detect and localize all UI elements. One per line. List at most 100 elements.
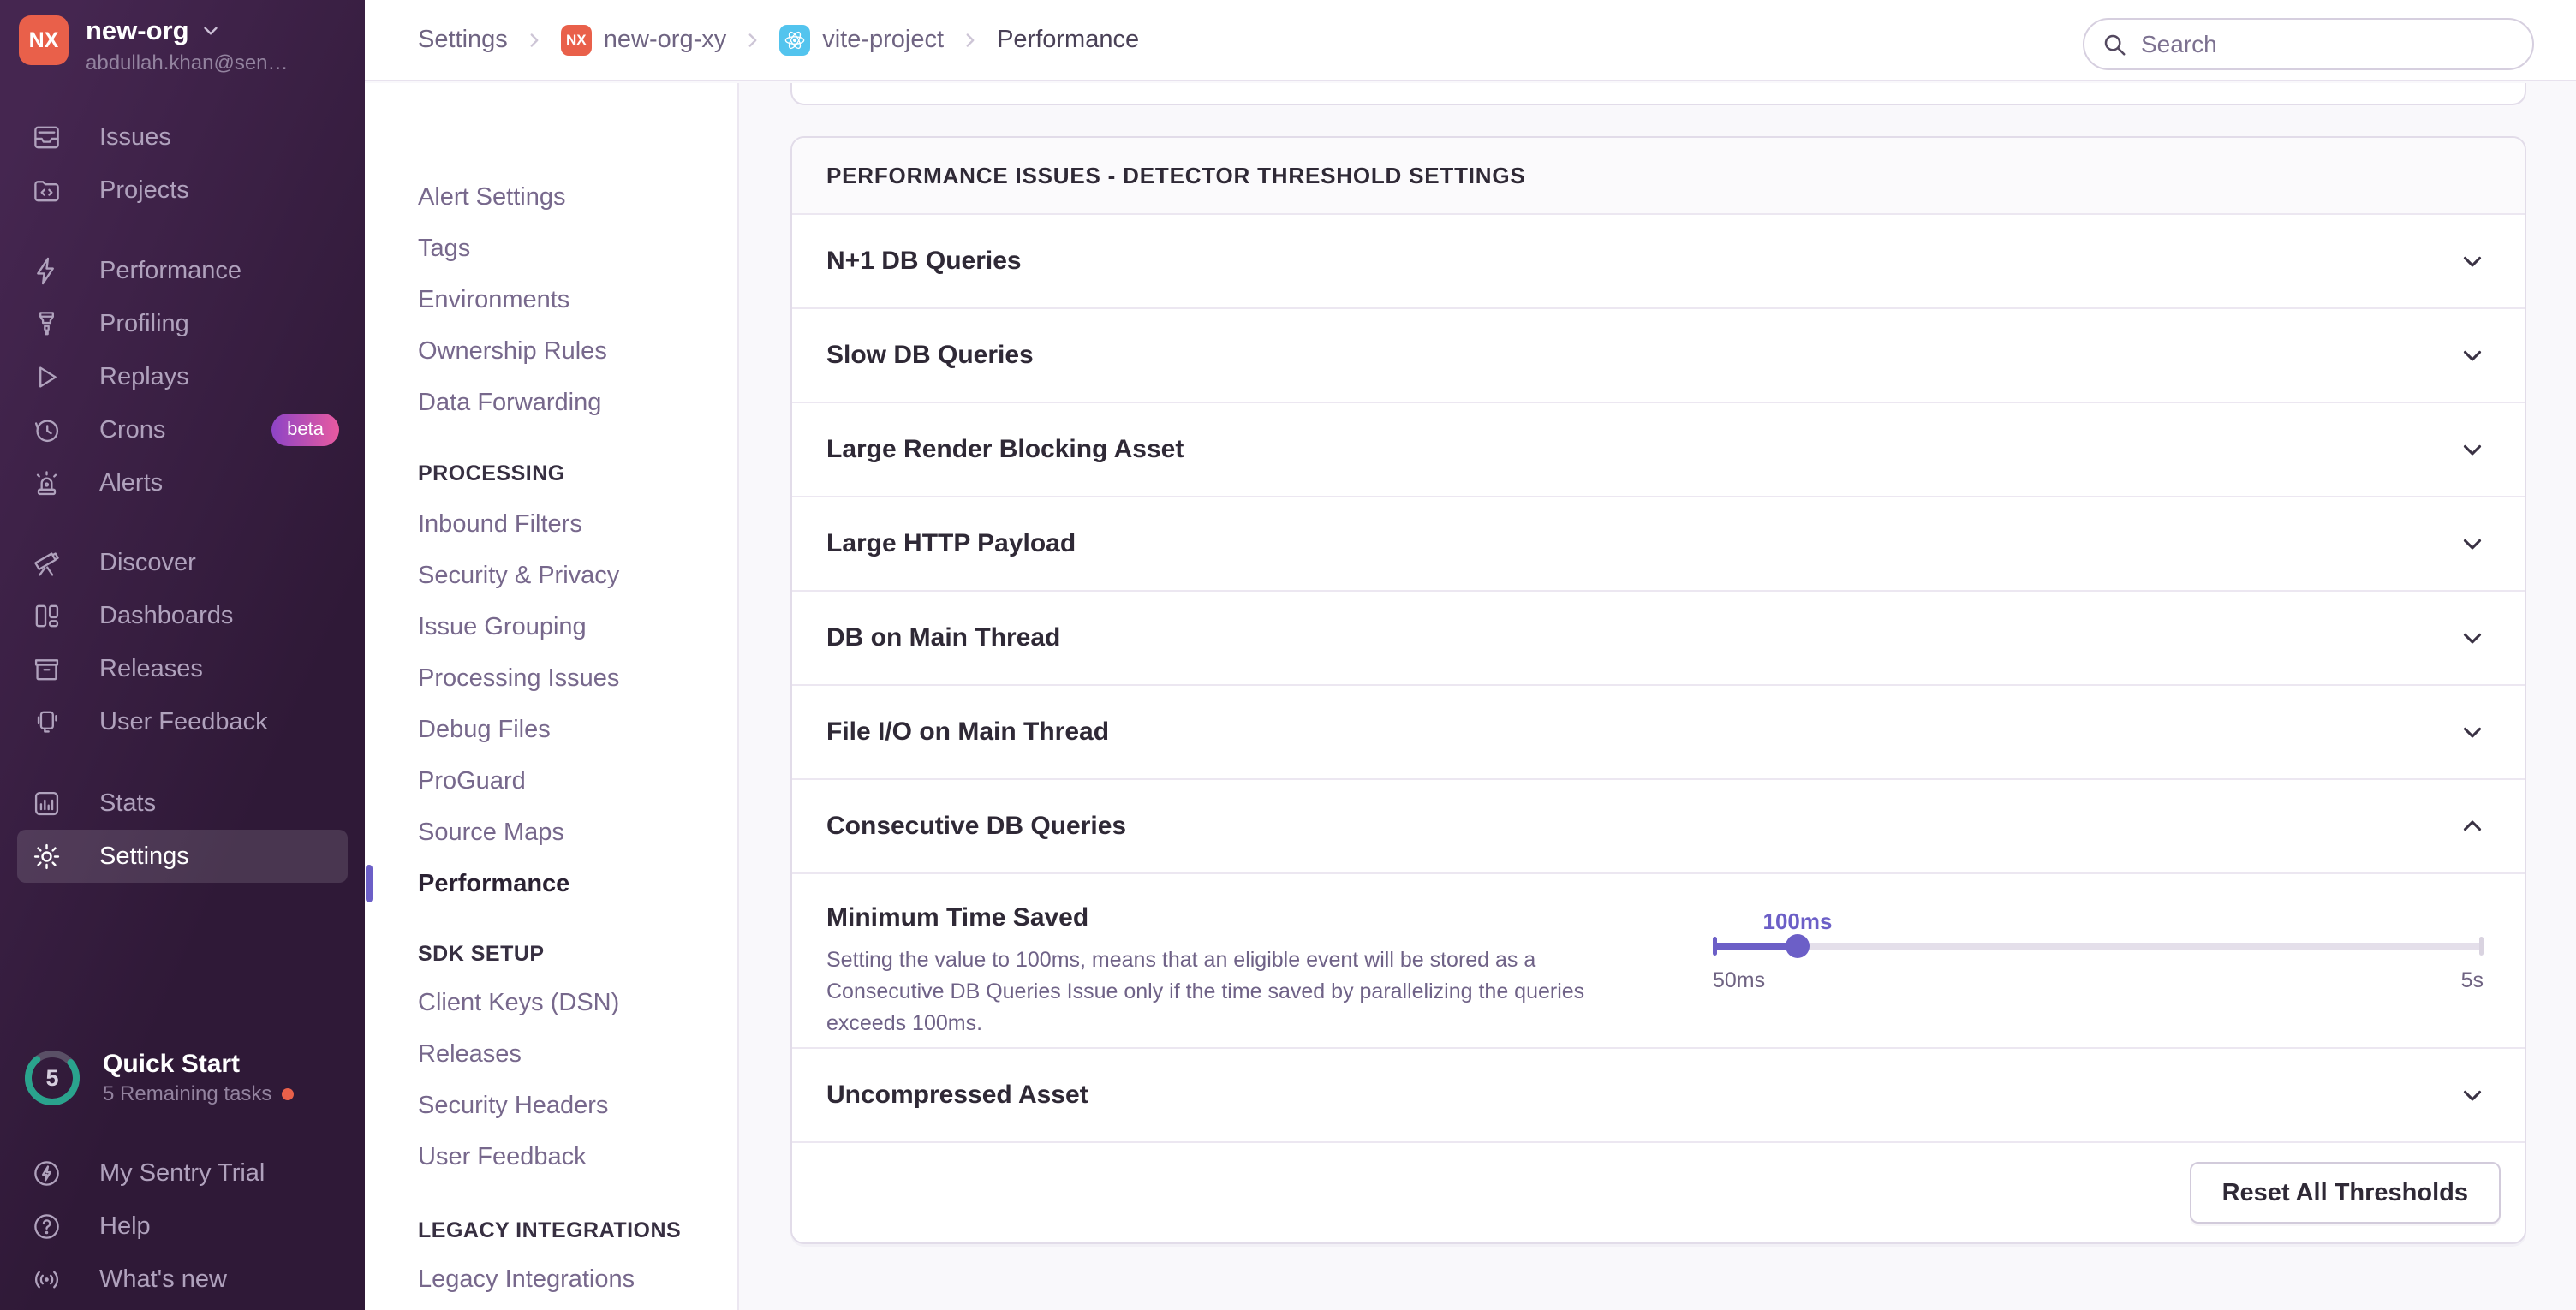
slider-max-label: 5s	[2461, 968, 2484, 993]
notification-dot	[282, 1088, 294, 1100]
sidebar-item-stats[interactable]: Stats	[0, 777, 365, 830]
settings-icon	[32, 842, 62, 872]
sidebar-item-label: Crons	[99, 416, 165, 444]
settings-nav-user-feedback[interactable]: User Feedback	[365, 1131, 737, 1182]
settings-nav-legacy-integrations[interactable]: Legacy Integrations	[365, 1253, 737, 1305]
settings-nav-ownership-rules[interactable]: Ownership Rules	[365, 325, 737, 377]
settings-nav-source-maps[interactable]: Source Maps	[365, 807, 737, 858]
sidebar-item-alerts[interactable]: Alerts	[0, 456, 365, 509]
dashboards-icon	[32, 601, 62, 631]
sidebar-item-label: Alerts	[99, 469, 163, 497]
app: NX new-org abdullah.khan@sen… Issues Pro…	[0, 0, 2576, 1310]
org-avatar-initials: NX	[29, 28, 59, 53]
whats-new-broadcast-icon	[32, 1265, 62, 1295]
breadcrumb-settings[interactable]: Settings	[418, 26, 508, 54]
settings-nav-security-headers[interactable]: Security Headers	[365, 1080, 737, 1131]
sidebar-item-label: User Feedback	[99, 708, 268, 736]
chevron-down-icon	[2458, 1081, 2487, 1110]
quick-start[interactable]: 5 Quick Start 5 Remaining tasks	[0, 1046, 365, 1110]
user-feedback-icon	[32, 707, 62, 737]
detector-threshold-panel: PERFORMANCE ISSUES - DETECTOR THRESHOLD …	[790, 136, 2526, 1244]
sidebar-item-projects[interactable]: Projects	[0, 164, 365, 217]
panel-footer: Reset All Thresholds	[792, 1143, 2525, 1242]
settings-nav-security-privacy[interactable]: Security & Privacy	[365, 550, 737, 601]
sidebar-item-user-feedback[interactable]: User Feedback	[0, 695, 365, 748]
beta-badge: beta	[271, 414, 339, 446]
search-box	[2083, 18, 2534, 70]
quick-start-progress-ring: 5	[21, 1046, 84, 1110]
accordion-row-uncompressed-asset[interactable]: Uncompressed Asset	[792, 1049, 2525, 1143]
accordion-row-n1-db-queries[interactable]: N+1 DB Queries	[792, 215, 2525, 309]
sidebar-item-whats-new[interactable]: What's new	[0, 1253, 365, 1306]
sidebar-item-releases[interactable]: Releases	[0, 642, 365, 695]
top-bar: Settings NX new-org-xy	[365, 0, 2576, 81]
accordion-row-db-on-main-thread[interactable]: DB on Main Thread	[792, 592, 2525, 686]
chevron-down-icon	[2458, 247, 2487, 276]
sidebar-item-settings[interactable]: Settings	[17, 830, 348, 883]
previous-card-tail	[790, 83, 2526, 105]
accordion-row-large-render-blocking-asset[interactable]: Large Render Blocking Asset	[792, 403, 2525, 497]
sidebar-item-issues[interactable]: Issues	[0, 110, 365, 164]
breadcrumb-project[interactable]: vite-project	[779, 25, 944, 56]
slider-value-label: 100ms	[1763, 908, 1833, 935]
sidebar-nav-footer: My Sentry Trial Help What's new	[0, 1146, 365, 1306]
sidebar-item-my-sentry-trial[interactable]: My Sentry Trial	[0, 1146, 365, 1200]
sidebar-item-label: Dashboards	[99, 602, 233, 630]
reset-all-thresholds-button[interactable]: Reset All Thresholds	[2190, 1162, 2501, 1224]
settings-nav-processing-issues[interactable]: Processing Issues	[365, 652, 737, 704]
sidebar-item-help[interactable]: Help	[0, 1200, 365, 1253]
sidebar: NX new-org abdullah.khan@sen… Issues Pro…	[0, 0, 365, 1310]
search-input[interactable]	[2083, 18, 2534, 70]
settings-nav-performance[interactable]: Performance	[365, 858, 737, 909]
accordion-row-large-http-payload[interactable]: Large HTTP Payload	[792, 497, 2525, 592]
issues-icon	[32, 122, 62, 152]
org-name: new-org	[86, 15, 189, 46]
accordion-row-slow-db-queries[interactable]: Slow DB Queries	[792, 309, 2525, 403]
sidebar-item-profiling[interactable]: Profiling	[0, 297, 365, 350]
main-content: PERFORMANCE ISSUES - DETECTOR THRESHOLD …	[739, 83, 2576, 1310]
sidebar-item-dashboards[interactable]: Dashboards	[0, 589, 365, 642]
settings-nav-inbound-filters[interactable]: Inbound Filters	[365, 498, 737, 550]
chevron-up-icon	[2458, 812, 2487, 841]
settings-nav-tags[interactable]: Tags	[365, 223, 737, 274]
chevron-down-icon	[2458, 718, 2487, 747]
quick-start-count: 5	[21, 1046, 84, 1110]
settings-nav-proguard[interactable]: ProGuard	[365, 755, 737, 807]
org-switcher[interactable]: NX new-org abdullah.khan@sen…	[0, 0, 365, 75]
sidebar-item-label: Help	[99, 1212, 151, 1241]
settings-nav-section-sdk-setup: SDK SETUP	[365, 932, 737, 975]
sidebar-item-label: Replays	[99, 363, 189, 391]
chevron-down-icon	[200, 20, 222, 42]
sidebar-item-label: Discover	[99, 549, 196, 577]
chevron-down-icon	[2458, 435, 2487, 464]
replays-icon	[32, 362, 62, 392]
stats-icon	[32, 789, 62, 819]
settings-nav-client-keys[interactable]: Client Keys (DSN)	[365, 977, 737, 1028]
sidebar-item-discover[interactable]: Discover	[0, 536, 365, 589]
accordion-row-file-io-on-main-thread[interactable]: File I/O on Main Thread	[792, 686, 2525, 780]
settings-nav-section-legacy-integrations: LEGACY INTEGRATIONS	[365, 1209, 737, 1252]
slider-min-cap	[1713, 937, 1717, 956]
chevron-down-icon	[2458, 529, 2487, 558]
quick-start-title: Quick Start	[103, 1050, 294, 1079]
sidebar-item-label: Profiling	[99, 310, 189, 338]
slider-track[interactable]	[1713, 943, 2484, 950]
settings-nav-releases[interactable]: Releases	[365, 1028, 737, 1080]
sidebar-nav-primary: Issues Projects Performance Profiling Re…	[0, 110, 365, 509]
slider-thumb[interactable]	[1786, 934, 1810, 958]
chevron-right-icon	[742, 29, 764, 51]
settings-nav-issue-grouping[interactable]: Issue Grouping	[365, 601, 737, 652]
settings-nav-environments[interactable]: Environments	[365, 274, 737, 325]
sidebar-item-performance[interactable]: Performance	[0, 244, 365, 297]
sidebar-item-label: What's new	[99, 1265, 227, 1294]
accordion-row-consecutive-db-queries[interactable]: Consecutive DB Queries	[792, 780, 2525, 874]
settings-nav-alert-settings[interactable]: Alert Settings	[365, 171, 737, 223]
alerts-icon	[32, 468, 62, 498]
settings-nav-data-forwarding[interactable]: Data Forwarding	[365, 377, 737, 428]
projects-icon	[32, 176, 62, 205]
sidebar-nav-tertiary: Stats Settings	[0, 777, 365, 883]
sidebar-item-crons[interactable]: Crons beta	[0, 403, 365, 456]
sidebar-item-replays[interactable]: Replays	[0, 350, 365, 403]
breadcrumb-organization[interactable]: NX new-org-xy	[561, 25, 726, 56]
settings-nav-debug-files[interactable]: Debug Files	[365, 704, 737, 755]
